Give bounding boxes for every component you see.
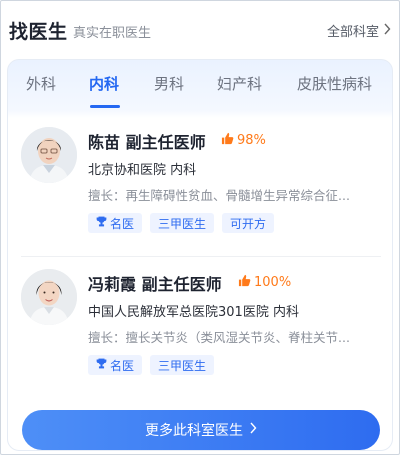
department-tabs: 外科 内科 男科 妇产科 皮肤性病科: [8, 60, 392, 110]
hospital-department: 北京协和医院 内科: [88, 163, 197, 178]
all-departments-label: 全部科室: [326, 25, 379, 40]
tab-obstetrics-gynecology[interactable]: 妇产科: [217, 73, 262, 94]
doctor-card[interactable]: 陈苗 副主任医师 98% 北京协和医院 内科 擅长：再生障碍性贫血、骨髓增生异常…: [8, 127, 392, 247]
tab-internal-medicine[interactable]: 内科: [89, 73, 119, 94]
section-title: 找医生: [9, 21, 68, 43]
chevron-right-icon: [383, 23, 391, 39]
hospital-department: 中国人民解放军总医院301医院 内科: [88, 305, 299, 320]
doctor-name-title: 冯莉霞 副主任医师: [88, 275, 222, 294]
divider: [21, 256, 381, 257]
doctor-avatar: [21, 269, 77, 325]
doctor-avatar: [21, 127, 77, 183]
trophy-icon: [96, 216, 107, 230]
doctor-card[interactable]: 冯莉霞 副主任医师 100% 中国人民解放军总医院301医院 内科 擅长：擅长关…: [8, 269, 392, 389]
tag-famous-doctor: 名医: [88, 213, 143, 233]
tag-famous-doctor: 名医: [88, 355, 143, 375]
more-doctors-button[interactable]: 更多此科室医生: [22, 410, 380, 450]
department-card: 外科 内科 男科 妇产科 皮肤性病科 陈苗 副主任医师 98% 北京协和医院 内…: [7, 59, 393, 451]
doctor-specialty: 擅长：再生障碍性贫血、骨髓增生异常综合征...: [88, 188, 350, 203]
section-header: 找医生 真实在职医生 全部科室: [1, 1, 399, 59]
rating-value: 100%: [254, 275, 292, 290]
thumbs-up-icon: [221, 132, 234, 149]
tab-surgery[interactable]: 外科: [26, 73, 56, 94]
doctor-name-title: 陈苗 副主任医师: [88, 133, 206, 152]
tag-label: 名医: [110, 216, 135, 231]
tab-dermatology-venereology[interactable]: 皮肤性病科: [297, 73, 372, 94]
rating-badge: 100%: [238, 274, 291, 291]
rating-value: 98%: [237, 133, 266, 148]
doctor-specialty: 擅长：擅长关节炎（类风湿关节炎、脊柱关节...: [88, 330, 350, 345]
tag-tertiary-hospital: 三甲医生: [150, 355, 215, 375]
active-tab-indicator: [90, 105, 120, 108]
trophy-icon: [96, 358, 107, 372]
thumbs-up-icon: [238, 274, 251, 291]
tag-label: 名医: [110, 358, 135, 373]
more-doctors-label: 更多此科室医生: [145, 423, 243, 439]
section-subtitle: 真实在职医生: [73, 26, 152, 41]
tag-tertiary-hospital: 三甲医生: [150, 213, 215, 233]
all-departments-link[interactable]: 全部科室: [327, 21, 391, 40]
find-doctor-widget: 找医生 真实在职医生 全部科室 外科 内科 男科 妇产科 皮肤性病科 陈苗 副主…: [0, 0, 400, 455]
chevron-right-icon: [249, 422, 257, 438]
tag-can-prescribe: 可开方: [222, 213, 275, 233]
rating-badge: 98%: [221, 132, 266, 149]
tab-andrology[interactable]: 男科: [154, 73, 184, 94]
doctor-tags: 名医 三甲医生: [88, 355, 215, 375]
doctor-tags: 名医 三甲医生 可开方: [88, 213, 275, 233]
